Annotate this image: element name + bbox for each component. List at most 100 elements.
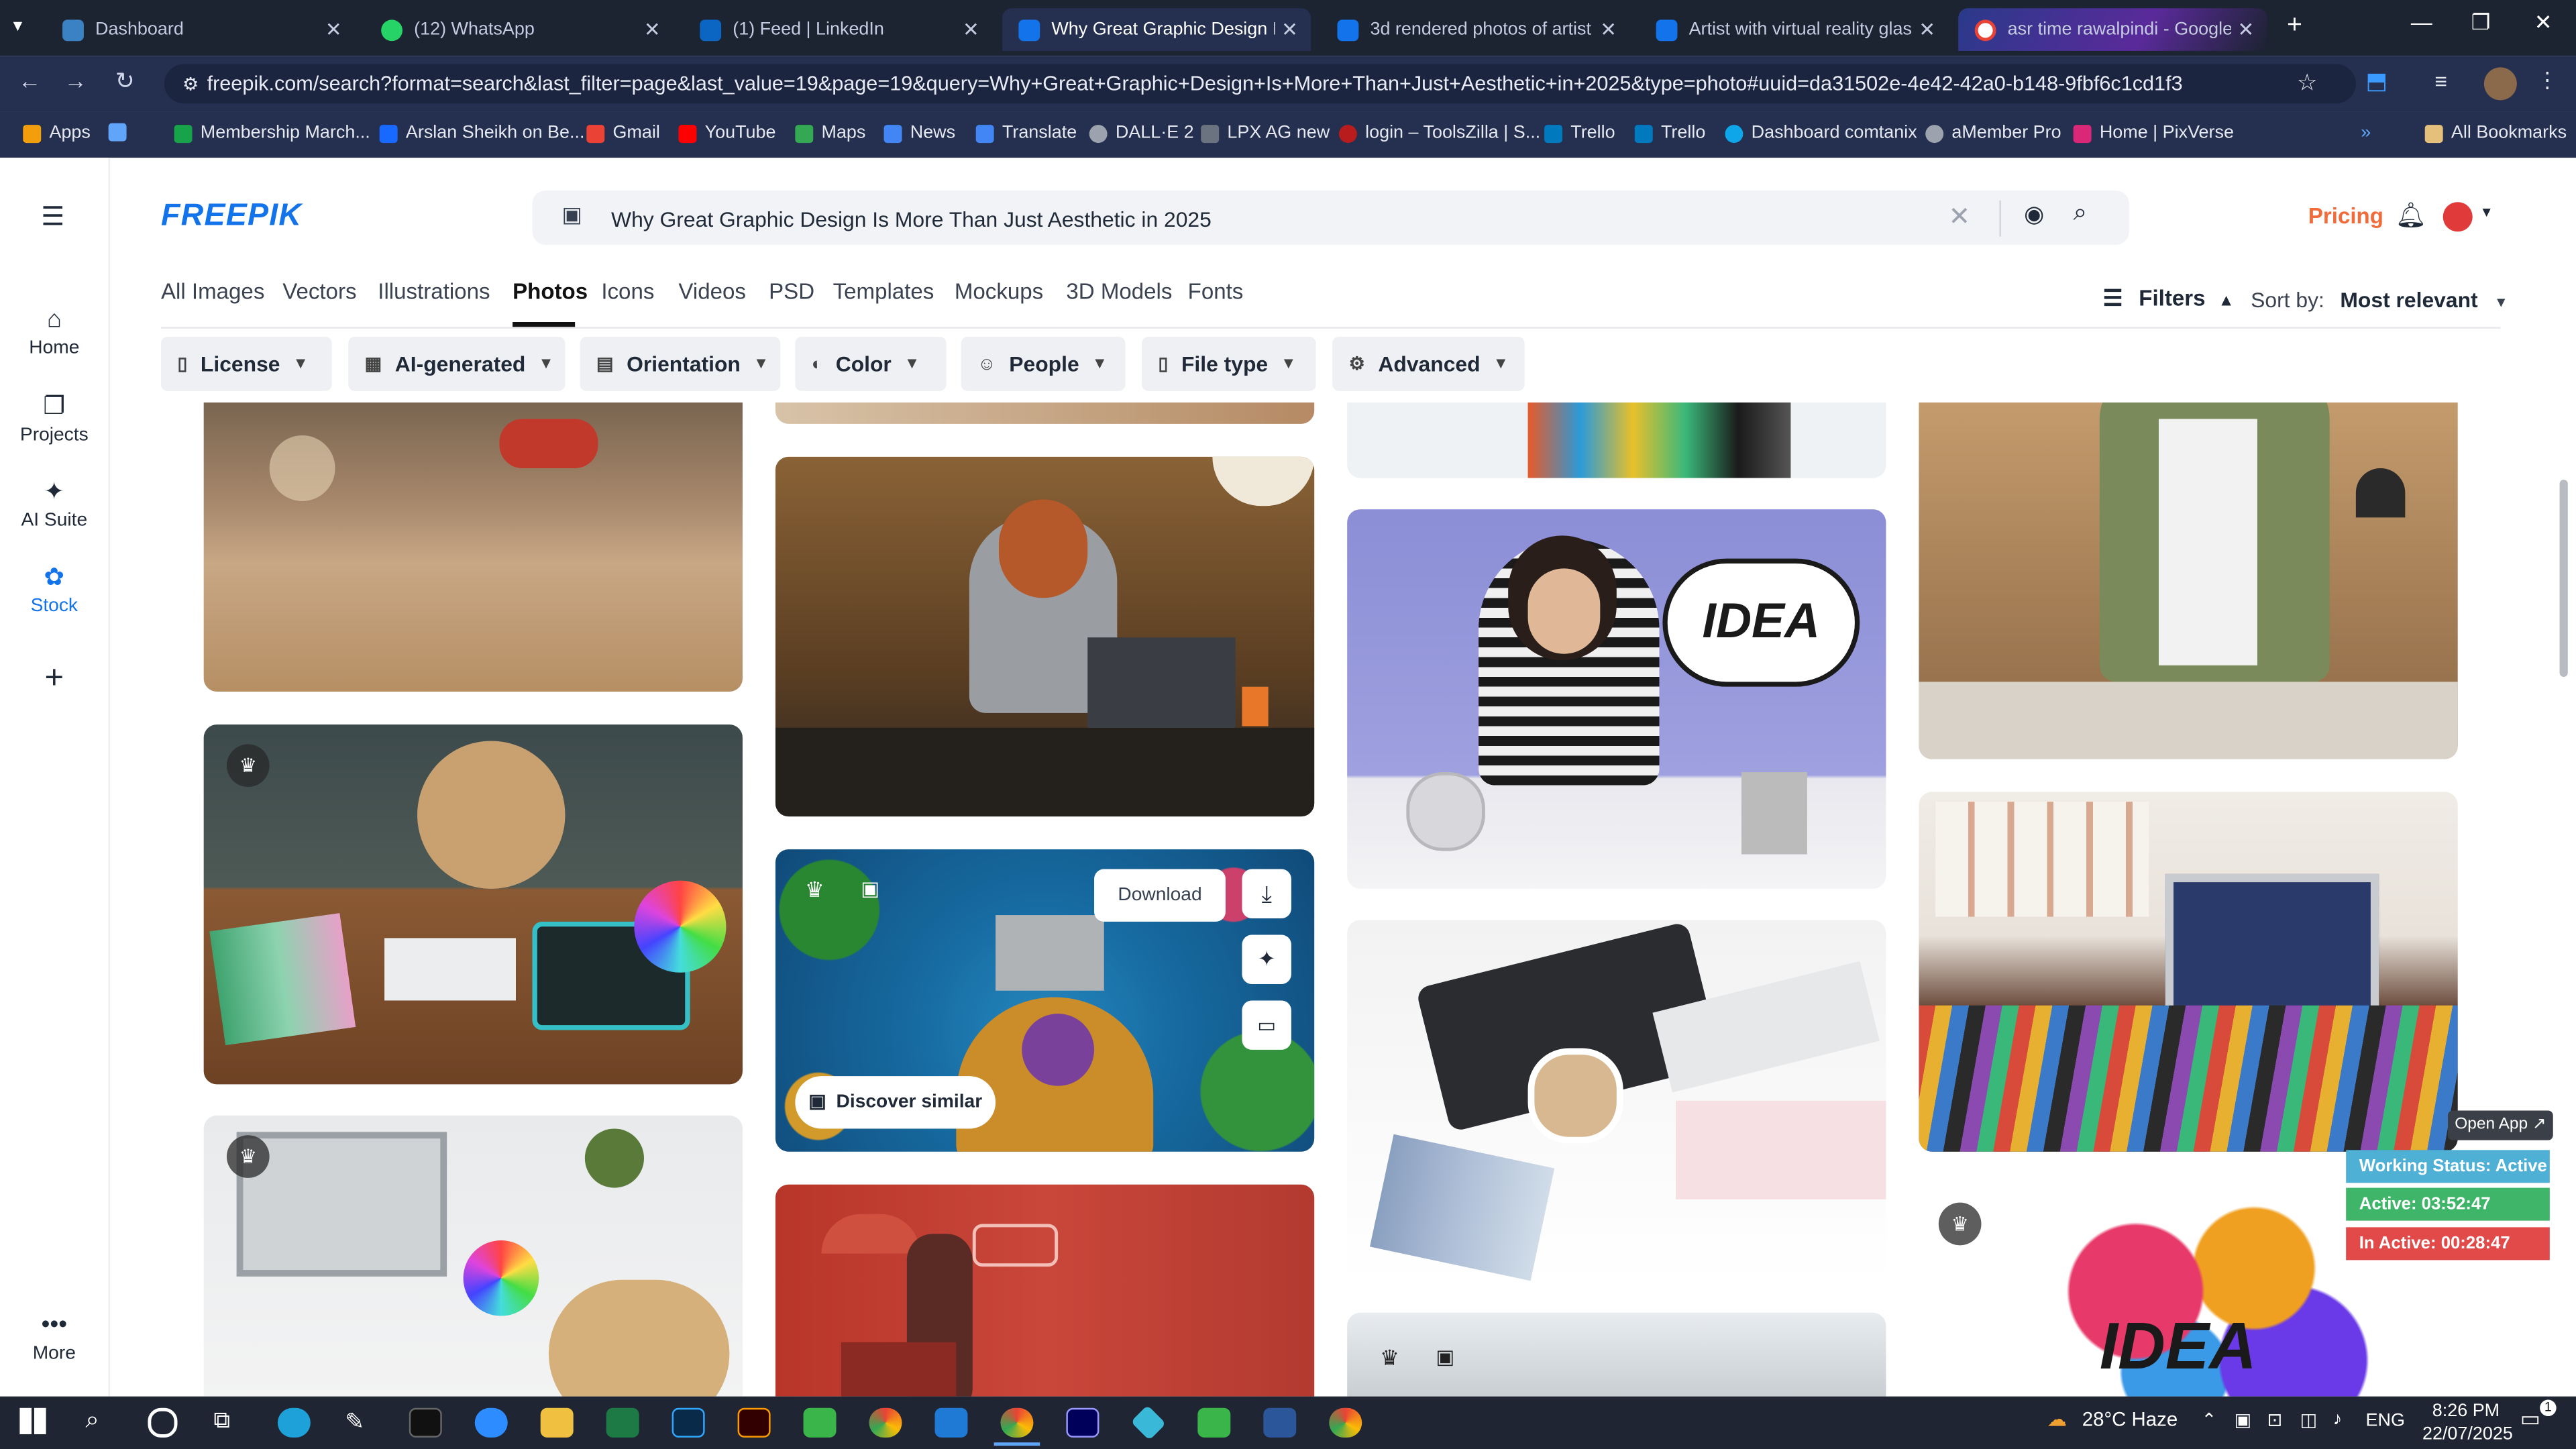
- tab-illustrations[interactable]: Illustrations: [378, 279, 490, 304]
- close-window-icon[interactable]: ✕: [2514, 10, 2573, 36]
- browser-menu-icon[interactable]: ⋮: [2536, 67, 2558, 93]
- image-search-type-icon[interactable]: ▣: [562, 202, 582, 228]
- close-tab-icon[interactable]: ✕: [1275, 18, 1304, 41]
- tray-network-icon[interactable]: ⊡: [2267, 1409, 2283, 1431]
- clock-date[interactable]: 22/07/2025: [2418, 1424, 2517, 1444]
- bookmark-amember[interactable]: aMember Pro: [1925, 123, 2061, 143]
- tab-search-menu-icon[interactable]: ▾: [13, 15, 23, 36]
- sidebar-more[interactable]: ••• More: [0, 1311, 109, 1363]
- browser-tab-whatsapp[interactable]: (12) WhatsApp ✕: [365, 8, 674, 51]
- photo-card-man-red-room[interactable]: [775, 1184, 1315, 1397]
- notifications-bell-icon[interactable]: 🔔︎: [2396, 201, 2427, 230]
- photo-card-hand-coffee-tablet[interactable]: [1347, 920, 1886, 1282]
- sidebar-item-stock[interactable]: ✿ Stock: [0, 562, 109, 616]
- account-chevron-icon[interactable]: ▾: [2482, 204, 2490, 222]
- bookmark-membership[interactable]: Membership March...: [174, 123, 370, 143]
- filters-toggle[interactable]: ☰ Filters ▲: [2103, 286, 2235, 312]
- filter-people[interactable]: ☺ People ▾: [961, 337, 1126, 391]
- task-view-icon[interactable]: ⧉: [213, 1406, 229, 1434]
- photo-card-colorful-workspace-hovered[interactable]: ♛ ▣ Download ⤓ ✦ ▭ ▣ Discover similar: [775, 849, 1315, 1152]
- forward-arrow-icon[interactable]: →: [59, 67, 92, 93]
- word-icon[interactable]: [1263, 1407, 1297, 1438]
- filter-advanced[interactable]: ⚙ Advanced ▾: [1332, 337, 1525, 391]
- reload-icon[interactable]: ↻: [109, 67, 142, 95]
- tab-psd[interactable]: PSD: [769, 279, 814, 304]
- close-tab-icon[interactable]: ✕: [1913, 18, 1942, 41]
- user-avatar[interactable]: [2443, 202, 2473, 232]
- site-info-icon[interactable]: ⚙: [174, 66, 207, 105]
- photo-card-desk-top-view[interactable]: ♛: [203, 1115, 743, 1397]
- bookmark-trello-1[interactable]: Trello: [1544, 123, 1615, 143]
- close-tab-icon[interactable]: ✕: [1594, 18, 1623, 41]
- download-button[interactable]: ⤓: [1242, 869, 1291, 918]
- photo-card-fashion-laptop-fabrics[interactable]: [1919, 792, 2458, 1152]
- close-tab-icon[interactable]: ✕: [637, 18, 667, 41]
- search-icon[interactable]: ⌕: [2074, 199, 2088, 227]
- filter-ai-generated[interactable]: ▦ AI-generated ▾: [348, 337, 566, 391]
- freepik-logo[interactable]: FREEPIK: [161, 199, 302, 235]
- tray-chevron-icon[interactable]: ⌃: [2202, 1409, 2217, 1431]
- bookmark-apps[interactable]: Apps: [23, 123, 91, 143]
- tray-wifi-icon[interactable]: ◫: [2300, 1409, 2317, 1431]
- bookmark-pixverse[interactable]: Home | PixVerse: [2073, 123, 2234, 143]
- filter-orientation[interactable]: ▤ Orientation ▾: [580, 337, 781, 391]
- photo-card-woman-idea-bubble[interactable]: IDEA: [1347, 509, 1886, 889]
- page-scrollbar-thumb[interactable]: [2559, 480, 2568, 677]
- tab-icons[interactable]: Icons: [601, 279, 654, 304]
- pricing-link[interactable]: Pricing: [2308, 204, 2383, 229]
- windows-start-icon[interactable]: [19, 1407, 46, 1434]
- tab-mockups[interactable]: Mockups: [955, 279, 1043, 304]
- chrome-active-icon[interactable]: [1000, 1407, 1034, 1438]
- photo-card-partial-bottom[interactable]: ♛ ▣: [1347, 1312, 1886, 1397]
- weather-widget[interactable]: ☁ 28°C Haze: [2047, 1408, 2178, 1431]
- tray-app-icon[interactable]: ▣: [2235, 1409, 2251, 1431]
- sidebar-item-projects[interactable]: ❐ Projects: [0, 391, 109, 445]
- photo-card-swatches-top[interactable]: [1347, 402, 1886, 478]
- new-tab-plus-icon[interactable]: +: [2287, 11, 2302, 41]
- bookmark-lpx[interactable]: LPX AG new: [1201, 123, 1330, 143]
- browser-tab-freepik-active[interactable]: Why Great Graphic Design Is M ✕: [1002, 8, 1311, 51]
- ai-edit-button[interactable]: ✦: [1242, 934, 1291, 984]
- sidebar-item-home[interactable]: ⌂ Home: [0, 306, 109, 358]
- bookmark-star-icon[interactable]: ☆: [2297, 69, 2318, 97]
- all-bookmarks[interactable]: All Bookmarks: [2424, 123, 2567, 143]
- vscode-icon[interactable]: [934, 1407, 968, 1438]
- hamburger-menu-icon[interactable]: ☰: [41, 201, 64, 233]
- bookmark-news[interactable]: News: [883, 123, 955, 143]
- phone-app-icon[interactable]: [803, 1407, 837, 1438]
- cortana-icon[interactable]: [148, 1407, 178, 1438]
- filter-license[interactable]: ▯ License ▾: [161, 337, 332, 391]
- tray-volume-icon[interactable]: ♪: [2333, 1409, 2342, 1429]
- photoshop-icon[interactable]: [672, 1407, 705, 1438]
- close-tab-icon[interactable]: ✕: [319, 18, 348, 41]
- terminal-icon[interactable]: [409, 1407, 442, 1438]
- browser-tab-google[interactable]: asr time rawalpindi - Google Se ✕: [1958, 8, 2267, 51]
- bookmark-trello-2[interactable]: Trello: [1634, 123, 1705, 143]
- photo-card-partial-top[interactable]: [775, 402, 1315, 424]
- browser-tab-freepik-vr[interactable]: Artist with virtual reality glasse ✕: [1640, 8, 1948, 51]
- photo-card-woman-laptop[interactable]: [775, 456, 1315, 817]
- notifications-center-icon[interactable]: ▭: [2520, 1406, 2540, 1432]
- premiere-icon[interactable]: [1066, 1407, 1099, 1438]
- file-explorer-icon[interactable]: [540, 1407, 574, 1438]
- bookmark-youtube[interactable]: YouTube: [678, 123, 776, 143]
- phone-app-2-icon[interactable]: [1197, 1407, 1231, 1438]
- filter-color[interactable]: ◐ Color ▾: [795, 337, 947, 391]
- open-app-button[interactable]: Open App ↗: [2448, 1110, 2553, 1140]
- bookmark-toolszilla[interactable]: login – ToolsZilla | S...: [1338, 123, 1540, 143]
- tab-photos[interactable]: Photos: [513, 279, 588, 304]
- excel-icon[interactable]: [606, 1407, 639, 1438]
- discover-similar-button[interactable]: ▣ Discover similar: [795, 1076, 996, 1129]
- tab-fonts[interactable]: Fonts: [1188, 279, 1244, 304]
- browser-tab-freepik-3d[interactable]: 3d rendered photos of artist m ✕: [1321, 8, 1629, 51]
- bookmark-comtanix[interactable]: Dashboard comtanix: [1725, 123, 1917, 143]
- address-bar[interactable]: ⚙ freepik.com/search?format=search&last_f…: [164, 64, 2356, 104]
- photo-card-woman-painting[interactable]: [1919, 402, 2458, 759]
- bookmark-behance[interactable]: Arslan Sheikh on Be...: [379, 123, 584, 143]
- illustrator-icon[interactable]: [737, 1407, 771, 1438]
- bookmark-grid[interactable]: [108, 123, 135, 142]
- chrome-icon[interactable]: [869, 1407, 902, 1438]
- extensions-icon[interactable]: ⬒: [2366, 67, 2387, 95]
- media-control-icon[interactable]: ≡: [2434, 69, 2447, 94]
- save-to-collection-button[interactable]: ▭: [1242, 1000, 1291, 1050]
